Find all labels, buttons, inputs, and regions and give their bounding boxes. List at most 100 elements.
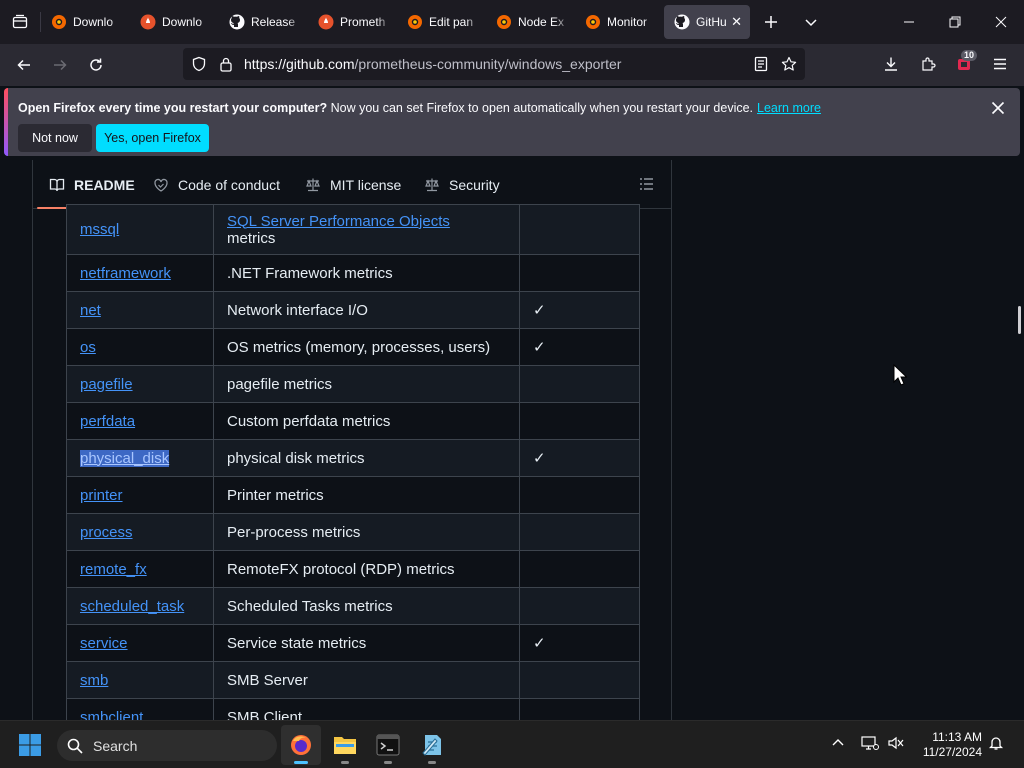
default-browser-notification: Open Firefox every time you restart your… bbox=[4, 88, 1020, 156]
collector-description-cell: Network interface I/O bbox=[213, 291, 520, 329]
description-link[interactable]: SQL Server Performance Objects bbox=[227, 213, 450, 230]
table-row: service Service state metrics ✓ bbox=[66, 624, 640, 662]
tab-code-of-conduct[interactable]: Code of conduct bbox=[153, 160, 280, 209]
clock-time: 11:13 AM bbox=[932, 730, 982, 744]
collector-link[interactable]: netframework bbox=[80, 265, 171, 282]
default-enabled-checkmark: ✓ bbox=[533, 450, 546, 467]
collector-description-cell: Printer metrics bbox=[213, 476, 520, 514]
tab-close-icon[interactable]: ✕ bbox=[731, 14, 742, 30]
readme-tabs: README Code of conduct MIT license Secur… bbox=[33, 160, 671, 209]
tab-bar: Downlo Downlo Release Prometh Edit pan Node E… bbox=[0, 0, 1024, 44]
close-window-button[interactable] bbox=[978, 0, 1024, 44]
collector-default-cell bbox=[519, 661, 640, 699]
grafana-icon bbox=[586, 15, 600, 29]
collector-link[interactable]: pagefile bbox=[80, 376, 133, 393]
collector-description-cell: .NET Framework metrics bbox=[213, 254, 520, 292]
tab-label: Downlo bbox=[162, 15, 203, 29]
tab-readme[interactable]: README bbox=[37, 160, 137, 209]
bookmark-star-icon[interactable] bbox=[781, 56, 797, 72]
collector-description: physical disk metrics bbox=[227, 449, 365, 467]
tab[interactable]: Node Ex bbox=[486, 5, 574, 39]
minimize-button[interactable] bbox=[886, 0, 932, 44]
firefox-icon bbox=[291, 735, 311, 755]
tab[interactable]: Release bbox=[219, 5, 307, 39]
volume-status[interactable] bbox=[886, 733, 906, 753]
collector-link[interactable]: scheduled_task bbox=[80, 598, 184, 615]
downloads-button[interactable] bbox=[879, 52, 903, 76]
list-all-tabs-button[interactable] bbox=[791, 0, 831, 44]
app-menu-button[interactable] bbox=[988, 52, 1012, 76]
readme-container: README Code of conduct MIT license Secur… bbox=[32, 160, 672, 720]
taskbar-firefox[interactable] bbox=[281, 725, 321, 765]
collector-link[interactable]: process bbox=[80, 524, 133, 541]
collector-link[interactable]: smb bbox=[80, 672, 108, 689]
collector-link[interactable]: perfdata bbox=[80, 413, 135, 430]
taskbar-search[interactable]: Search bbox=[57, 730, 277, 761]
collector-link[interactable]: smbclient bbox=[80, 709, 143, 721]
url-text[interactable]: https://github.com/prometheus-community/… bbox=[244, 56, 621, 72]
tab[interactable]: Downlo bbox=[41, 5, 129, 39]
collector-link[interactable]: remote_fx bbox=[80, 561, 147, 578]
scrollbar-thumb[interactable] bbox=[1018, 306, 1021, 334]
not-now-button[interactable]: Not now bbox=[18, 124, 92, 152]
tab-license[interactable]: MIT license bbox=[305, 160, 401, 209]
github-icon bbox=[229, 14, 245, 30]
collector-description: SMB Server bbox=[227, 671, 308, 689]
app-indicator bbox=[384, 761, 392, 764]
extension-addon-button[interactable]: 10 bbox=[952, 50, 978, 76]
table-row: mssql SQL Server Performance Objects metri… bbox=[66, 204, 640, 255]
close-icon[interactable] bbox=[990, 100, 1006, 116]
tab-active[interactable]: GitHu ✕ bbox=[664, 5, 750, 39]
reader-view-icon[interactable] bbox=[753, 56, 769, 72]
tab-security[interactable]: Security bbox=[424, 160, 500, 209]
tab[interactable]: Monitor bbox=[575, 5, 663, 39]
restore-button[interactable] bbox=[932, 0, 978, 44]
yes-open-firefox-button[interactable]: Yes, open Firefox bbox=[96, 124, 209, 152]
notifications-button[interactable] bbox=[986, 733, 1006, 753]
terminal-icon bbox=[376, 734, 400, 756]
collector-link[interactable]: printer bbox=[80, 487, 123, 504]
collector-name-cell: service bbox=[66, 624, 214, 662]
lock-icon[interactable] bbox=[219, 56, 233, 72]
collector-link[interactable]: mssql bbox=[80, 221, 119, 238]
taskbar-terminal[interactable] bbox=[368, 725, 408, 765]
new-tab-button[interactable] bbox=[751, 0, 791, 44]
collector-name-cell: mssql bbox=[66, 204, 214, 255]
tab-label: Edit pan bbox=[429, 15, 474, 29]
firefox-view-button[interactable] bbox=[0, 0, 40, 44]
collector-link[interactable]: service bbox=[80, 635, 128, 652]
puzzle-piece-icon bbox=[922, 57, 936, 71]
collector-description: Per-process metrics bbox=[227, 523, 361, 541]
tab[interactable]: Downlo bbox=[130, 5, 218, 39]
extensions-button[interactable] bbox=[916, 52, 940, 76]
collector-link[interactable]: physical_disk bbox=[80, 449, 170, 467]
collector-link[interactable]: os bbox=[80, 339, 96, 356]
collector-link[interactable]: net bbox=[80, 302, 101, 319]
outline-list-icon[interactable] bbox=[639, 176, 655, 192]
back-button[interactable] bbox=[6, 49, 42, 81]
forward-button[interactable] bbox=[42, 49, 78, 81]
windows-start-icon[interactable] bbox=[18, 733, 42, 757]
tracking-protection-shield-icon[interactable] bbox=[191, 56, 207, 72]
collector-name-cell: netframework bbox=[66, 254, 214, 292]
reload-button[interactable] bbox=[78, 49, 114, 81]
tab-label: Release bbox=[251, 15, 296, 29]
tab[interactable]: Edit pan bbox=[397, 5, 485, 39]
arrow-left-icon bbox=[17, 59, 30, 71]
table-row: smb SMB Server bbox=[66, 661, 640, 699]
show-hidden-icons-button[interactable] bbox=[828, 733, 848, 753]
page-content: README Code of conduct MIT license Secur… bbox=[0, 160, 1024, 720]
hamburger-menu-icon bbox=[994, 58, 1006, 70]
taskbar-notepad[interactable] bbox=[412, 725, 452, 765]
collector-description-cell: physical disk metrics bbox=[213, 439, 520, 477]
collector-description-cell: SQL Server Performance Objects metrics bbox=[213, 204, 520, 255]
url-bar[interactable]: https://github.com/prometheus-community/… bbox=[183, 48, 805, 80]
collector-description: Scheduled Tasks metrics bbox=[227, 597, 393, 615]
collector-default-cell bbox=[519, 365, 640, 403]
table-row: pagefile pagefile metrics bbox=[66, 365, 640, 403]
tab[interactable]: Prometh bbox=[308, 5, 396, 39]
learn-more-link[interactable]: Learn more bbox=[757, 101, 821, 115]
taskbar-clock[interactable]: 11:13 AM 11/27/2024 bbox=[912, 730, 982, 760]
taskbar-file-explorer[interactable] bbox=[325, 725, 365, 765]
network-status[interactable] bbox=[860, 733, 880, 753]
